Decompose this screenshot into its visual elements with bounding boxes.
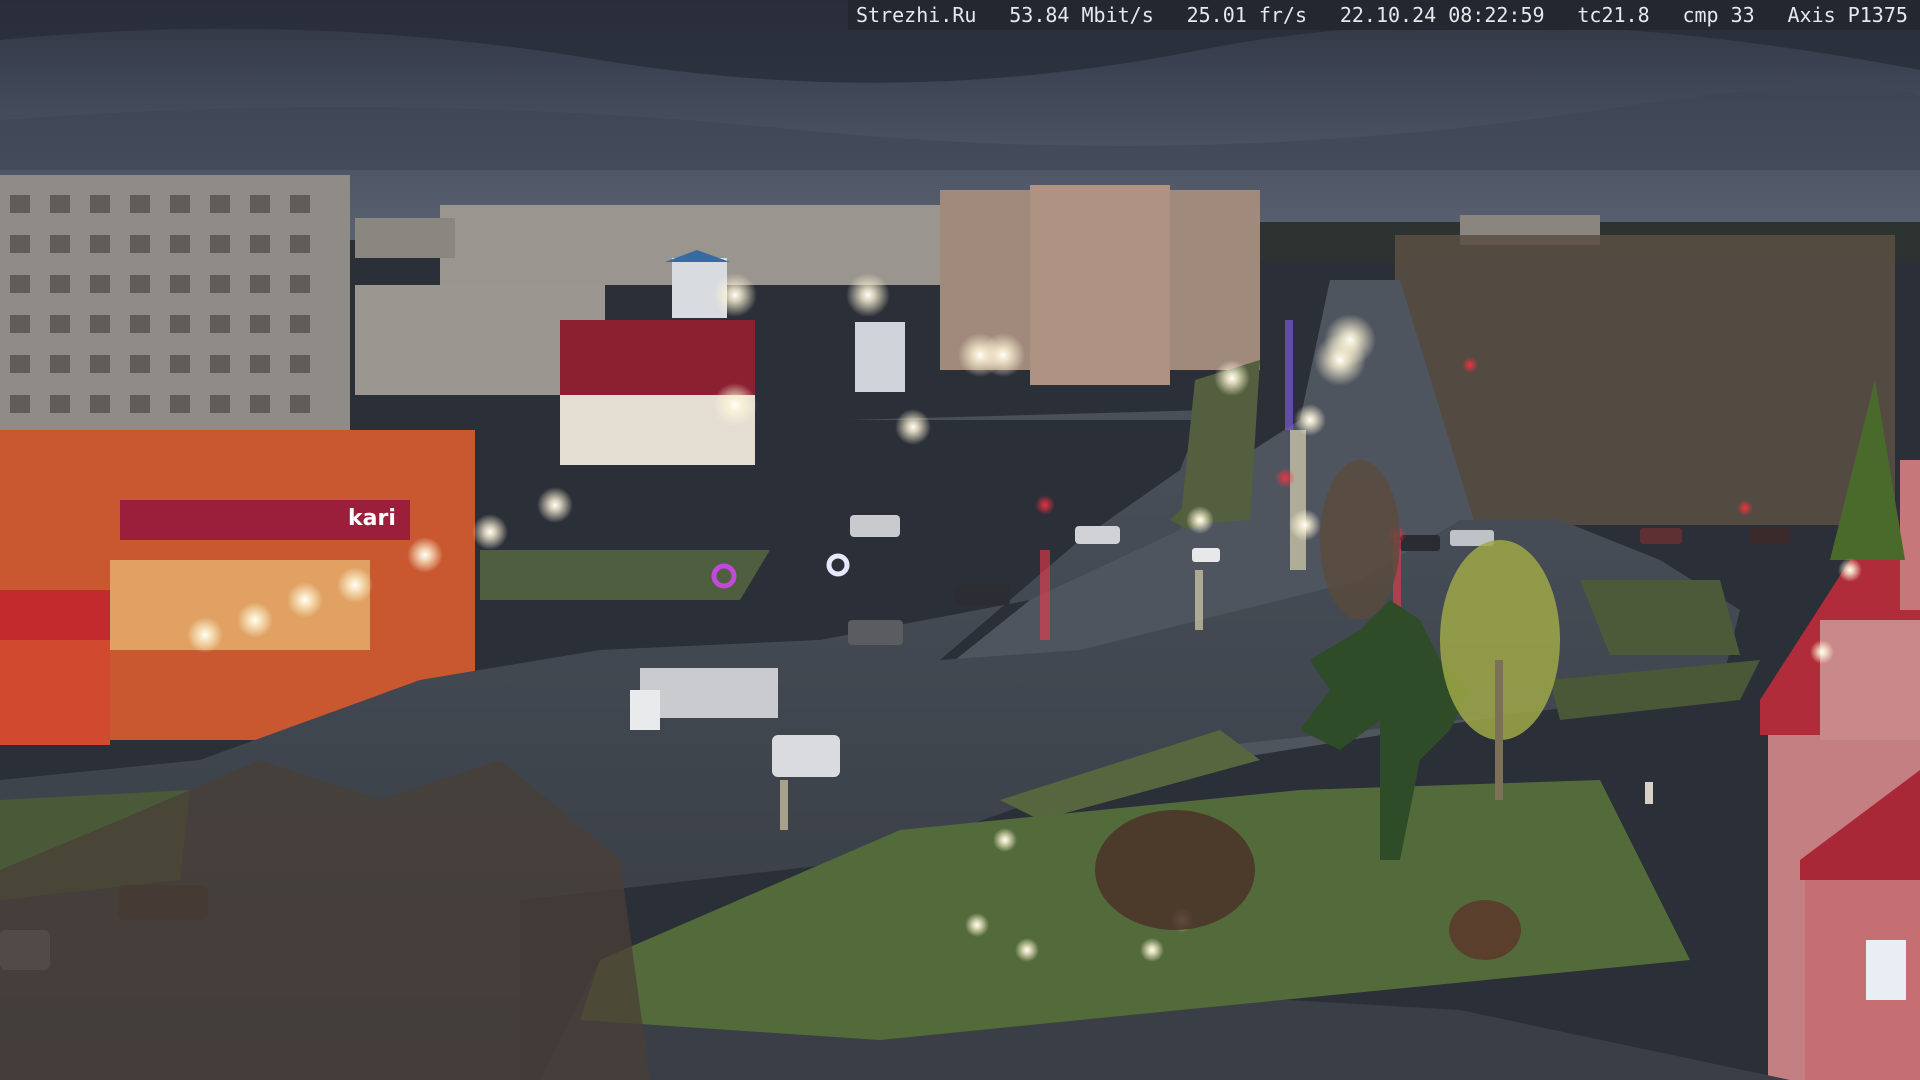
camera-info-overlay: Strezhi.Ru 53.84 Mbit/s 25.01 fr/s 22.10…: [848, 0, 1920, 30]
cmp-value: cmp 33: [1682, 3, 1755, 27]
white-ring-decoration: [826, 553, 850, 577]
framerate: 25.01 fr/s: [1186, 3, 1307, 27]
bitrate: 53.84 Mbit/s: [1009, 3, 1154, 27]
city-scene: kari: [0, 0, 1920, 1080]
right-tree-line: [1395, 235, 1895, 525]
truck: [640, 668, 778, 718]
pedestrian: [1645, 782, 1653, 804]
site-name: Strezhi.Ru: [856, 3, 977, 27]
festive-lights: [1285, 320, 1293, 430]
timestamp: 22.10.24 08:22:59: [1339, 3, 1545, 27]
store-logo: kari: [348, 506, 396, 531]
webcam-frame: kari Strezhi.Ru 53.84 Mbit/s 25.01 fr/s …: [0, 0, 1920, 1080]
camera-model: Axis P1375: [1787, 3, 1908, 27]
tc-value: tc21.8: [1577, 3, 1650, 27]
white-suv: [772, 735, 840, 777]
